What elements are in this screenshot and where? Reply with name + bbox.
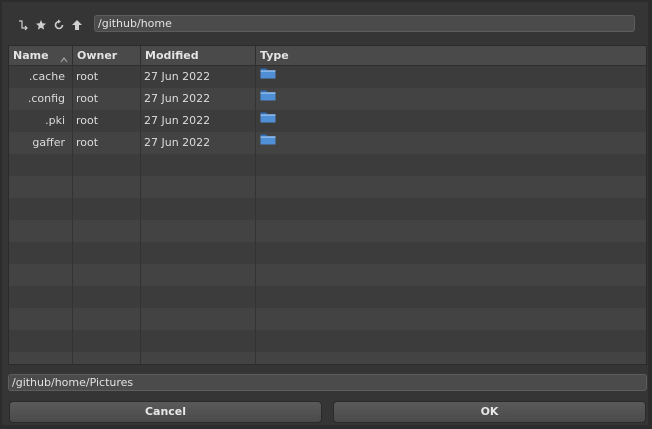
folder-icon	[260, 131, 276, 153]
cell-modified	[141, 330, 256, 352]
cell-owner	[73, 352, 141, 364]
cell-name	[9, 286, 73, 308]
cell-owner	[73, 154, 141, 176]
column-header-name[interactable]: Name	[9, 46, 73, 66]
cell-type	[256, 220, 646, 242]
empty-row	[9, 264, 646, 286]
cell-owner	[73, 330, 141, 352]
table-header: Name Owner Modified Type	[9, 46, 646, 66]
ok-button[interactable]: OK	[333, 401, 646, 423]
column-label: Type	[260, 49, 289, 62]
cell-name	[9, 330, 73, 352]
empty-row	[9, 154, 646, 176]
bookmark-icon[interactable]	[34, 18, 48, 32]
empty-row	[9, 220, 646, 242]
table-body: .cacheroot27 Jun 2022 11:55:05.configroo…	[9, 66, 646, 364]
up-arrow-icon[interactable]	[70, 18, 84, 32]
cell-type	[256, 308, 646, 330]
cell-modified	[141, 352, 256, 364]
cell-type	[256, 352, 646, 364]
cell-owner: root	[73, 88, 141, 110]
cell-type	[256, 154, 646, 176]
table-row[interactable]: .cacheroot27 Jun 2022 11:55:05	[9, 66, 646, 105]
cancel-button[interactable]: Cancel	[9, 401, 322, 423]
cell-type	[256, 176, 646, 198]
cell-modified	[141, 198, 256, 220]
column-header-owner[interactable]: Owner	[73, 46, 141, 66]
cell-name	[9, 264, 73, 286]
cell-type	[256, 88, 646, 110]
cell-owner	[73, 198, 141, 220]
cell-owner: root	[73, 66, 141, 88]
cell-owner	[73, 242, 141, 264]
column-header-type[interactable]: Type	[256, 46, 646, 66]
cell-name	[9, 242, 73, 264]
cell-name: .pki	[9, 110, 73, 132]
empty-row	[9, 242, 646, 264]
folder-icon	[260, 109, 276, 131]
column-label: Modified	[145, 49, 199, 62]
cell-name	[9, 352, 73, 364]
column-label: Name	[13, 49, 49, 62]
cell-modified	[141, 176, 256, 198]
cell-modified	[141, 308, 256, 330]
cell-type	[256, 110, 646, 132]
filename-input[interactable]	[8, 374, 647, 391]
empty-row	[9, 198, 646, 220]
cell-modified	[141, 220, 256, 242]
cell-name	[9, 220, 73, 242]
cell-modified: 27 Jun 2022 11:21:12	[141, 88, 256, 127]
cell-name	[9, 198, 73, 220]
cell-owner	[73, 286, 141, 308]
cell-type	[256, 198, 646, 220]
refresh-icon[interactable]	[52, 18, 66, 32]
cell-owner: root	[73, 110, 141, 132]
cell-type	[256, 330, 646, 352]
toolbar	[16, 17, 84, 33]
column-label: Owner	[77, 49, 118, 62]
cell-owner	[73, 264, 141, 286]
folder-icon	[260, 87, 276, 109]
empty-row	[9, 330, 646, 352]
parent-dir-icon[interactable]	[16, 18, 30, 32]
empty-row	[9, 286, 646, 308]
cell-name	[9, 308, 73, 330]
cell-type	[256, 286, 646, 308]
path-input[interactable]	[94, 15, 635, 32]
cell-modified	[141, 286, 256, 308]
cell-owner: root	[73, 132, 141, 154]
empty-row	[9, 176, 646, 198]
table-row[interactable]: .pkiroot27 Jun 2022 10:41:13	[9, 110, 646, 149]
cell-name: .cache	[9, 66, 73, 88]
cell-modified: 27 Jun 2022 10:41:13	[141, 110, 256, 149]
file-dialog: Name Owner Modified Type .cacheroot27 Ju…	[2, 2, 648, 425]
cell-name: .config	[9, 88, 73, 110]
cell-owner	[73, 308, 141, 330]
cell-name	[9, 176, 73, 198]
cell-name: gaffer	[9, 132, 73, 154]
cell-modified	[141, 242, 256, 264]
table-row[interactable]: .configroot27 Jun 2022 11:21:12	[9, 88, 646, 127]
cell-name	[9, 154, 73, 176]
cell-modified: 27 Jun 2022 11:55:51	[141, 132, 256, 171]
cell-modified	[141, 264, 256, 286]
folder-icon	[260, 65, 276, 87]
table-row[interactable]: gafferroot27 Jun 2022 11:55:51	[9, 132, 646, 171]
cell-type	[256, 66, 646, 88]
cell-type	[256, 132, 646, 154]
file-table: Name Owner Modified Type .cache root 27 Ju…	[8, 45, 647, 365]
cell-owner	[73, 220, 141, 242]
empty-row	[9, 308, 646, 330]
column-header-modified[interactable]: Modified	[141, 46, 256, 66]
cell-modified	[141, 154, 256, 176]
cell-modified: 27 Jun 2022 11:55:05	[141, 66, 256, 105]
cell-type	[256, 242, 646, 264]
cell-owner	[73, 176, 141, 198]
empty-row	[9, 352, 646, 364]
cell-type	[256, 264, 646, 286]
